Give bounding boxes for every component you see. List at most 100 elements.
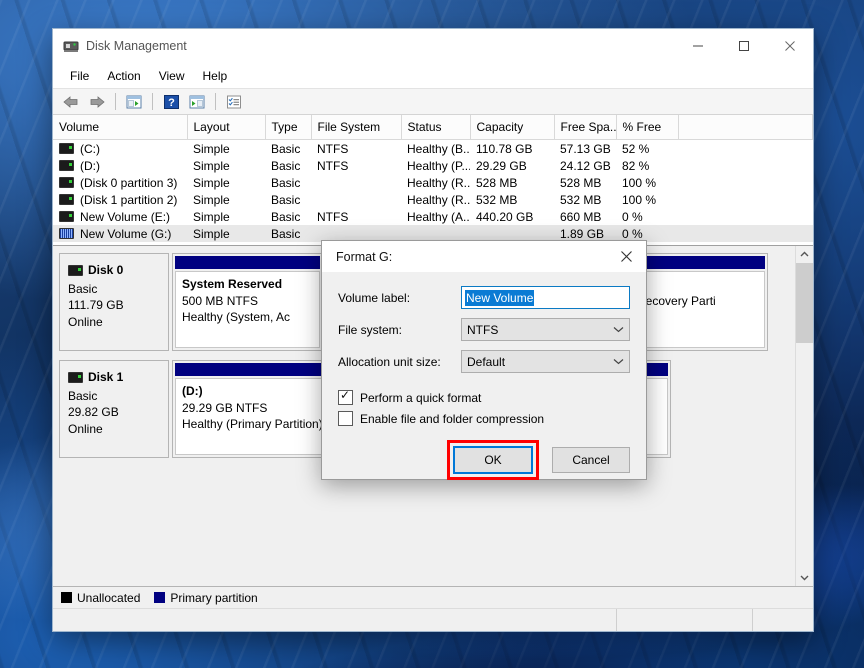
show-hide-action-pane-icon[interactable] (185, 91, 209, 113)
cell-free-space: 24.12 GB (560, 158, 611, 173)
column-header-free-space[interactable]: Free Spa... (554, 115, 617, 140)
cell-free-space: 660 MB (560, 209, 602, 224)
partition-title: System Reserved (182, 277, 283, 291)
quick-format-checkbox[interactable] (338, 388, 353, 405)
volume-name: (C:) (80, 141, 100, 156)
format-dialog: Format G: Volume label: New Volume File … (321, 240, 647, 480)
cell-volume: (Disk 0 partition 3) (53, 174, 187, 191)
field-row-volume-label: Volume label: New Volume (338, 286, 630, 309)
status-bar-cell-3 (753, 609, 813, 631)
ok-button[interactable]: OK (453, 446, 533, 474)
cell-percent-free: 100 % (622, 175, 657, 190)
dialog-title: Format G: (336, 249, 393, 264)
disk-header[interactable]: Disk 1 Basic 29.82 GB Online (59, 360, 169, 458)
toolbar-separator-3 (215, 93, 216, 110)
compression-checkbox[interactable] (338, 411, 353, 426)
menu-item-file[interactable]: File (61, 66, 98, 86)
column-header-status[interactable]: Status (401, 115, 471, 140)
column-header-capacity[interactable]: Capacity (470, 115, 555, 140)
volume-name: (Disk 1 partition 2) (80, 192, 178, 207)
volume-label-value: New Volume (465, 289, 535, 306)
drive-icon (59, 160, 74, 171)
show-hide-console-tree-icon[interactable] (122, 91, 146, 113)
cell-volume: New Volume (E:) (53, 208, 187, 225)
menu-bar: File Action View Help (53, 63, 813, 89)
cancel-button[interactable]: Cancel (552, 447, 630, 473)
column-header-percent-free[interactable]: % Free (616, 115, 679, 140)
cell-type: Basic (271, 141, 301, 156)
disk-state: Online (68, 314, 103, 329)
cell-free-space: 528 MB (560, 175, 602, 190)
column-header-volume[interactable]: Volume (53, 115, 188, 140)
cell-type: Basic (271, 192, 301, 207)
table-row[interactable]: (Disk 1 partition 2) Simple Basic Healthy (… (53, 191, 813, 208)
cell-blank (678, 191, 813, 208)
table-row[interactable]: (C:) Simple Basic NTFS Healthy (B... 110.78 G… (53, 140, 813, 158)
column-header-type[interactable]: Type (265, 115, 312, 140)
ok-button-highlight: OK (447, 440, 539, 480)
allocation-unit-size-select[interactable]: Default (461, 350, 630, 373)
column-header-blank[interactable] (678, 115, 813, 140)
scrollbar-track[interactable] (796, 263, 813, 569)
disk-name: Disk 1 (88, 370, 124, 384)
menu-item-help[interactable]: Help (194, 66, 237, 86)
disk-management-window: Disk Management File Action View Help ? … (52, 28, 814, 632)
disk-header[interactable]: Disk 0 Basic 111.79 GB Online (59, 253, 169, 351)
close-button[interactable] (767, 29, 813, 63)
drive-icon (59, 194, 74, 205)
help-icon[interactable]: ? (159, 91, 183, 113)
cell-volume: (D:) (53, 157, 187, 174)
cell-percent-free: 52 % (622, 141, 650, 156)
legend: Unallocated Primary partition (53, 586, 813, 608)
properties-icon[interactable] (222, 91, 246, 113)
volume-label-input[interactable]: New Volume (461, 286, 630, 309)
scrollbar-thumb[interactable] (796, 263, 813, 343)
cell-status: Healthy (P... (407, 158, 470, 173)
volume-name: New Volume (E:) (80, 209, 171, 224)
compression-label: Enable file and folder compression (360, 411, 545, 426)
file-system-select[interactable]: NTFS (461, 318, 630, 341)
quick-format-label: Perform a quick format (360, 390, 482, 405)
graph-vertical-scrollbar[interactable] (795, 246, 813, 586)
cell-capacity: 29.29 GB (476, 158, 527, 173)
cell-volume: (Disk 1 partition 2) (53, 191, 187, 208)
partition-block[interactable]: System Reserved 500 MB NTFS Healthy (Syste… (172, 253, 323, 351)
toolbar-separator-2 (152, 93, 153, 110)
table-row[interactable]: (D:) Simple Basic NTFS Healthy (P... 29.29 GB… (53, 157, 813, 174)
disk-type: Basic (68, 388, 98, 403)
scroll-up-icon[interactable] (796, 246, 813, 263)
cell-status: Healthy (R... (407, 175, 470, 190)
forward-icon[interactable] (85, 91, 109, 113)
scroll-down-icon[interactable] (796, 569, 813, 586)
column-header-file-system[interactable]: File System (311, 115, 402, 140)
volume-list-pane[interactable]: Volume Layout Type File System Status Ca… (53, 115, 813, 246)
toolbar-separator (115, 93, 116, 110)
back-icon[interactable] (59, 91, 83, 113)
checkbox-row-quick-format[interactable]: Perform a quick format (338, 388, 630, 405)
maximize-button[interactable] (721, 29, 767, 63)
volume-table: Volume Layout Type File System Status Ca… (53, 115, 813, 245)
cell-percent-free: 0 % (622, 209, 643, 224)
cell-status: Healthy (R... (407, 192, 470, 207)
cell-blank (678, 174, 813, 191)
column-header-layout[interactable]: Layout (187, 115, 266, 140)
cell-volume: (C:) (53, 140, 187, 158)
field-row-allocation-unit-size: Allocation unit size: Default (338, 350, 630, 373)
cell-file-system: NTFS (317, 141, 349, 156)
table-row[interactable]: (Disk 0 partition 3) Simple Basic Healthy (… (53, 174, 813, 191)
minimize-button[interactable] (675, 29, 721, 63)
drive-icon (59, 177, 74, 188)
menu-item-view[interactable]: View (150, 66, 194, 86)
table-row[interactable]: New Volume (E:) Simple Basic NTFS Healthy (A… (53, 208, 813, 225)
cell-file-system: NTFS (317, 209, 349, 224)
volume-name: (D:) (80, 158, 100, 173)
cell-blank (678, 157, 813, 174)
disk-management-icon (63, 38, 79, 54)
cell-layout: Simple (193, 158, 230, 173)
chevron-down-icon-2 (613, 357, 624, 367)
allocation-unit-size-value: Default (467, 354, 506, 369)
dialog-close-button[interactable] (606, 241, 646, 272)
checkbox-row-compression[interactable]: Enable file and folder compression (338, 411, 630, 426)
menu-item-action[interactable]: Action (98, 66, 149, 86)
cell-capacity: 440.20 GB (476, 209, 534, 224)
